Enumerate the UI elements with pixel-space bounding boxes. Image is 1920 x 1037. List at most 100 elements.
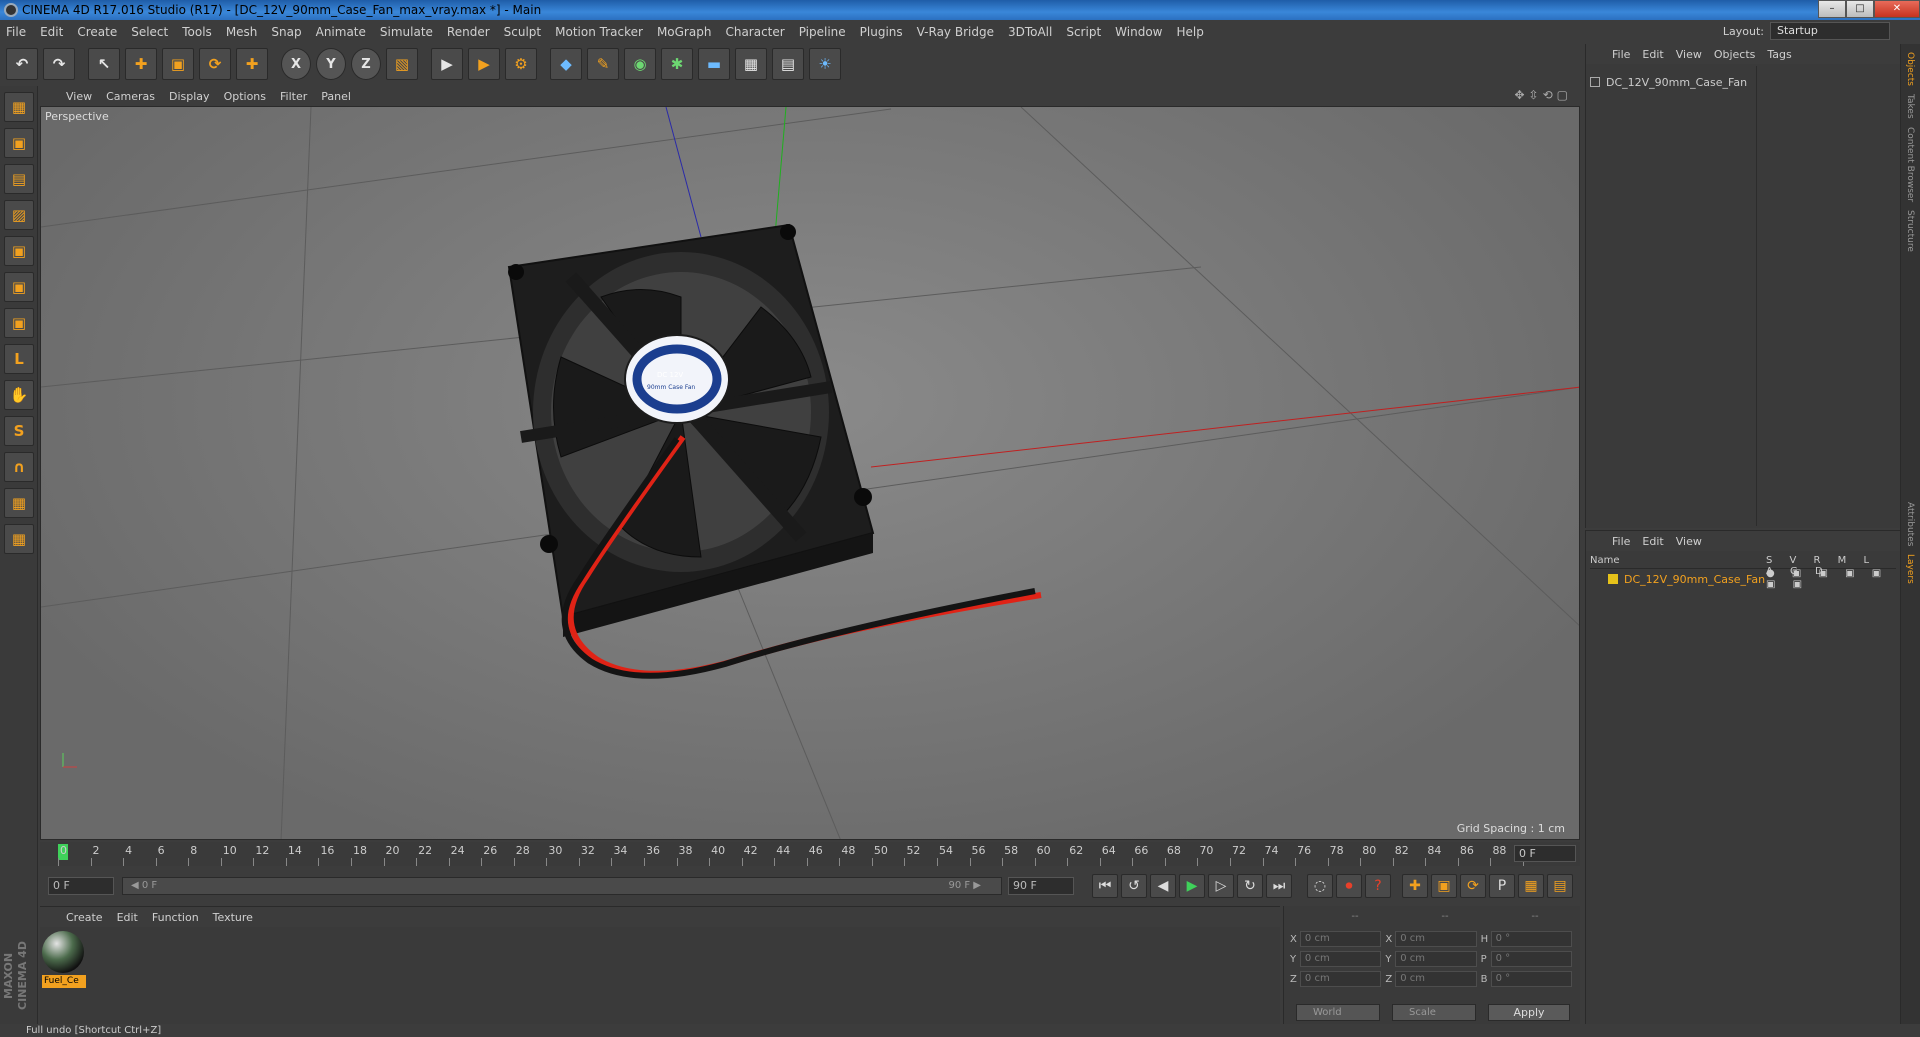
go-to-start-button[interactable]: ⏮ (1092, 874, 1118, 898)
menu-simulate[interactable]: Simulate (380, 25, 433, 39)
menu-create[interactable]: Create (77, 25, 117, 39)
viewport-menu-display[interactable]: Display (169, 90, 210, 103)
object-list-item[interactable]: DC_12V_90mm_Case_Fan (1590, 74, 1890, 90)
position-y-field[interactable]: 0 cm (1299, 951, 1382, 967)
menu-v-ray-bridge[interactable]: V-Ray Bridge (917, 25, 994, 39)
layer-menu-file[interactable]: File (1612, 535, 1630, 548)
timeline-options-button[interactable]: ▤ (1547, 874, 1573, 898)
layer-list-item[interactable]: DC_12V_90mm_Case_Fan ● ▣ ▣ ▣ ▣ ▣ ▣ (1590, 568, 1896, 590)
viewport-menu-view[interactable]: View (66, 90, 92, 103)
material-menu-create[interactable]: Create (66, 911, 103, 924)
material-menu-edit[interactable]: Edit (117, 911, 138, 924)
keyframe-help-button[interactable]: ? (1365, 874, 1391, 898)
select-arrow-icon[interactable]: ↖ (88, 48, 120, 80)
menu-edit[interactable]: Edit (40, 25, 63, 39)
menu-tools[interactable]: Tools (182, 25, 212, 39)
workplane-icon[interactable]: ▨ (4, 200, 34, 230)
size-y-field[interactable]: 0 cm (1395, 951, 1477, 967)
axis-mode-icon[interactable]: L (4, 344, 34, 374)
render-view-icon[interactable]: ▶ (431, 48, 463, 80)
object-menu-edit[interactable]: Edit (1642, 48, 1663, 61)
rotation-b-field[interactable]: 0 ° (1490, 971, 1572, 987)
side-tab-content-browser[interactable]: Content Browser (1905, 127, 1915, 202)
cube-primitive-icon[interactable]: ◆ (550, 48, 582, 80)
side-tab-structure[interactable]: Structure (1905, 210, 1915, 252)
subdivision-icon[interactable]: ◉ (624, 48, 656, 80)
maximize-button[interactable]: □ (1846, 0, 1874, 18)
menu-script[interactable]: Script (1066, 25, 1101, 39)
menu-select[interactable]: Select (131, 25, 168, 39)
menu-plugins[interactable]: Plugins (860, 25, 903, 39)
apply-button[interactable]: Apply (1488, 1004, 1570, 1021)
undo-icon[interactable]: ↶ (6, 48, 38, 80)
frame-ruler[interactable]: 0 2 4 6 8 10 12 14 16 18 20 22 24 26 28 30 32 34 36 38 40 42 4… (48, 842, 1539, 866)
cloner-icon[interactable]: ✱ (661, 48, 693, 80)
menu-character[interactable]: Character (725, 25, 784, 39)
model-mode-icon[interactable]: ▦ (4, 92, 34, 122)
record-parameter-button[interactable]: P (1489, 874, 1515, 898)
menu-file[interactable]: File (6, 25, 26, 39)
position-x-field[interactable]: 0 cm (1299, 931, 1382, 947)
tweak-mode-icon[interactable]: ✋ (4, 380, 34, 410)
preview-range-slider[interactable]: ◀ 0 F 90 F ▶ (122, 877, 1002, 895)
record-button[interactable]: ⏺ (1336, 874, 1362, 898)
viewport-menu-filter[interactable]: Filter (280, 90, 307, 103)
side-tab-attributes[interactable]: Attributes (1905, 502, 1915, 546)
go-to-end-button[interactable]: ⏭ (1266, 874, 1292, 898)
material-menu-function[interactable]: Function (152, 911, 199, 924)
previous-frame-button[interactable]: ◀ (1150, 874, 1176, 898)
side-tab-takes[interactable]: Takes (1905, 94, 1915, 119)
coordinate-system-icon[interactable]: ▧ (386, 48, 418, 80)
menu-help[interactable]: Help (1176, 25, 1203, 39)
play-button[interactable]: ▶ (1179, 874, 1205, 898)
next-frame-button[interactable]: ▷ (1208, 874, 1234, 898)
menu-window[interactable]: Window (1115, 25, 1162, 39)
magnet-icon[interactable]: ∩ (4, 452, 34, 482)
z-axis-icon[interactable]: Z (351, 48, 381, 80)
size-x-field[interactable]: 0 cm (1395, 931, 1477, 947)
add-icon[interactable]: ✚ (236, 48, 268, 80)
size-z-field[interactable]: 0 cm (1395, 971, 1477, 987)
material-menu-texture[interactable]: Texture (213, 911, 253, 924)
menu-sculpt[interactable]: Sculpt (504, 25, 541, 39)
record-position-button[interactable]: ✚ (1402, 874, 1428, 898)
snap-s-icon[interactable]: S (4, 416, 34, 446)
record-rotation-button[interactable]: ⟳ (1460, 874, 1486, 898)
solo-icon[interactable]: ▦ (4, 524, 34, 554)
scale-icon[interactable]: ▣ (162, 48, 194, 80)
coordinate-mode-dropdown[interactable]: Scale (1392, 1004, 1476, 1021)
rotation-p-field[interactable]: 0 ° (1490, 951, 1572, 967)
minimize-button[interactable]: – (1818, 0, 1846, 18)
texture-mode-icon[interactable]: ▤ (4, 164, 34, 194)
previous-key-button[interactable]: ↺ (1121, 874, 1147, 898)
record-scale-button[interactable]: ▣ (1431, 874, 1457, 898)
viewport-menu-panel[interactable]: Panel (321, 90, 351, 103)
polygons-mode-icon[interactable]: ▣ (4, 308, 34, 338)
render-picture-viewer-icon[interactable]: ▶ (468, 48, 500, 80)
menu-mesh[interactable]: Mesh (226, 25, 258, 39)
viewport-nav-icons[interactable]: ✥⇳⟲▢ (1514, 88, 1572, 102)
position-z-field[interactable]: 0 cm (1299, 971, 1382, 987)
viewport-menu-cameras[interactable]: Cameras (106, 90, 155, 103)
timeline-ruler[interactable]: 0 2 4 6 8 10 12 14 16 18 20 22 24 26 28 30 32 34 36 38 40 42 4… (40, 842, 1580, 866)
layer-menu-view[interactable]: View (1676, 535, 1702, 548)
light-bulb-icon[interactable]: ☀ (809, 48, 841, 80)
floor-icon[interactable]: ▦ (735, 48, 767, 80)
fan-model[interactable]: DC 12V 90mm Case Fan (507, 223, 875, 637)
end-frame-field[interactable]: 90 F (1008, 877, 1074, 895)
close-button[interactable]: ✕ (1874, 0, 1920, 18)
current-frame-field[interactable]: 0 F (1514, 845, 1576, 862)
menu-animate[interactable]: Animate (316, 25, 366, 39)
start-frame-field[interactable]: 0 F (48, 877, 114, 895)
viewport-menu-options[interactable]: Options (224, 90, 266, 103)
move-icon[interactable]: ✚ (125, 48, 157, 80)
layer-flag-toggles[interactable]: ● ▣ ▣ ▣ ▣ ▣ ▣ (1766, 568, 1896, 590)
menu-motion-tracker[interactable]: Motion Tracker (555, 25, 643, 39)
camera-icon[interactable]: ▤ (772, 48, 804, 80)
edges-mode-icon[interactable]: ▣ (4, 272, 34, 302)
material-item[interactable]: Fuel_Ce (42, 931, 86, 988)
object-menu-file[interactable]: File (1612, 48, 1630, 61)
rotation-h-field[interactable]: 0 ° (1490, 931, 1572, 947)
object-menu-view[interactable]: View (1676, 48, 1702, 61)
menu-3dtoall[interactable]: 3DToAll (1008, 25, 1052, 39)
